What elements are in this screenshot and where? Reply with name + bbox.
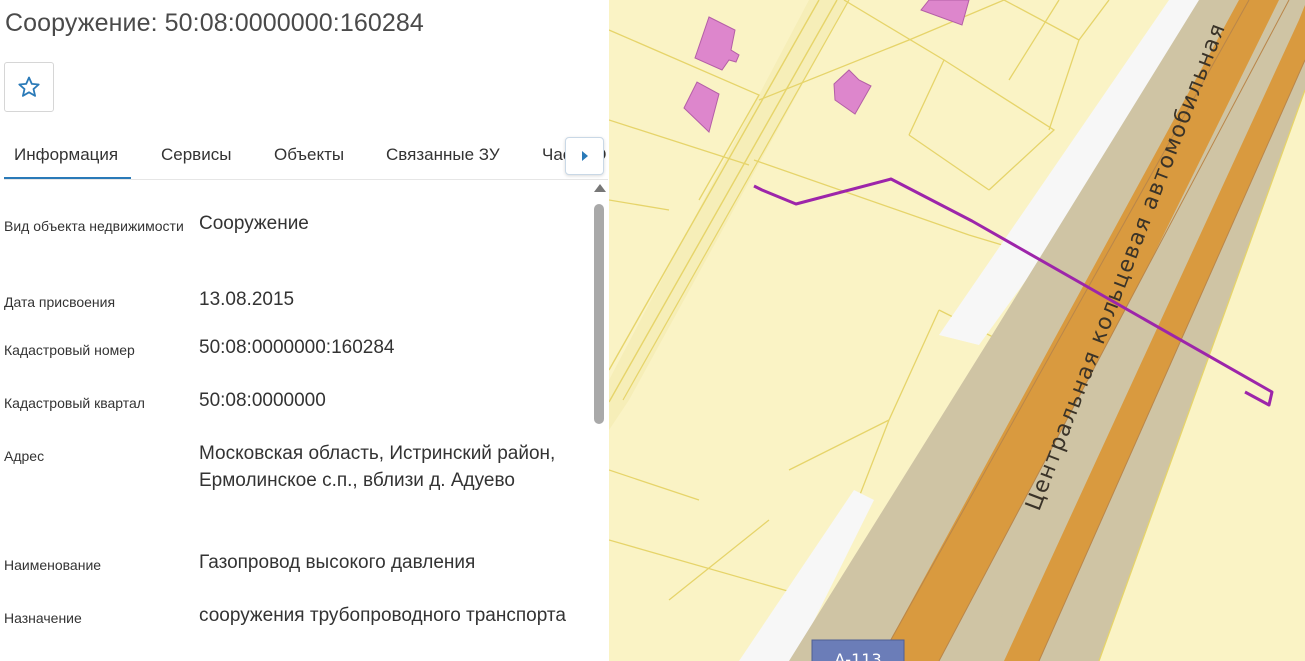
tabs-scroll-right-button[interactable] xyxy=(565,137,604,175)
info-scrollbar[interactable] xyxy=(592,184,606,661)
scroll-up-arrow-icon[interactable] xyxy=(594,184,606,192)
star-outline-icon xyxy=(18,76,40,97)
field-label: Дата присвоения xyxy=(4,294,116,310)
field-label: Назначение xyxy=(4,610,82,626)
field-value: 13.08.2015 xyxy=(199,289,295,310)
caret-right-icon xyxy=(581,151,588,161)
field-label: Адрес xyxy=(4,448,45,464)
field-value: сооружения трубопроводного транспорта xyxy=(199,605,566,626)
field-value: Московская область, Истринский район, Ер… xyxy=(199,443,556,491)
favorite-button[interactable] xyxy=(4,62,54,112)
field-value: 50:08:0000000:160284 xyxy=(199,337,395,358)
field-label: Наименование xyxy=(4,557,102,573)
field-label: Вид объекта недвижимости xyxy=(4,218,184,234)
field-label: Кадастровый квартал xyxy=(4,395,145,411)
field-value: Газопровод высокого давления xyxy=(199,552,476,573)
tab-information[interactable]: Информация xyxy=(14,145,118,165)
page-title: Сооружение: 50:08:0000000:160284 xyxy=(5,9,424,37)
map-canvas[interactable]: Центральная кольцевая автомобильная А-11… xyxy=(609,0,1305,661)
active-tab-indicator xyxy=(4,177,131,179)
field-label: Кадастровый номер xyxy=(4,342,135,358)
tab-related-plots[interactable]: Связанные ЗУ xyxy=(386,145,500,165)
road-shield-label: А-113 xyxy=(834,650,881,661)
object-info-panel: Сооружение: 50:08:0000000:160284 Информа… xyxy=(0,0,609,661)
scrollbar-thumb[interactable] xyxy=(594,204,604,424)
tab-services[interactable]: Сервисы xyxy=(161,145,231,165)
field-value: Сооружение xyxy=(199,213,309,234)
info-list: Вид объекта недвижимости Сооружение Дата… xyxy=(0,180,590,661)
field-value: 50:08:0000000 xyxy=(199,390,326,411)
tab-objects[interactable]: Объекты xyxy=(274,145,344,165)
cadastral-map[interactable]: Центральная кольцевая автомобильная А-11… xyxy=(609,0,1305,661)
tab-bar: Информация Сервисы Объекты Связанные ЗУ … xyxy=(4,134,608,180)
